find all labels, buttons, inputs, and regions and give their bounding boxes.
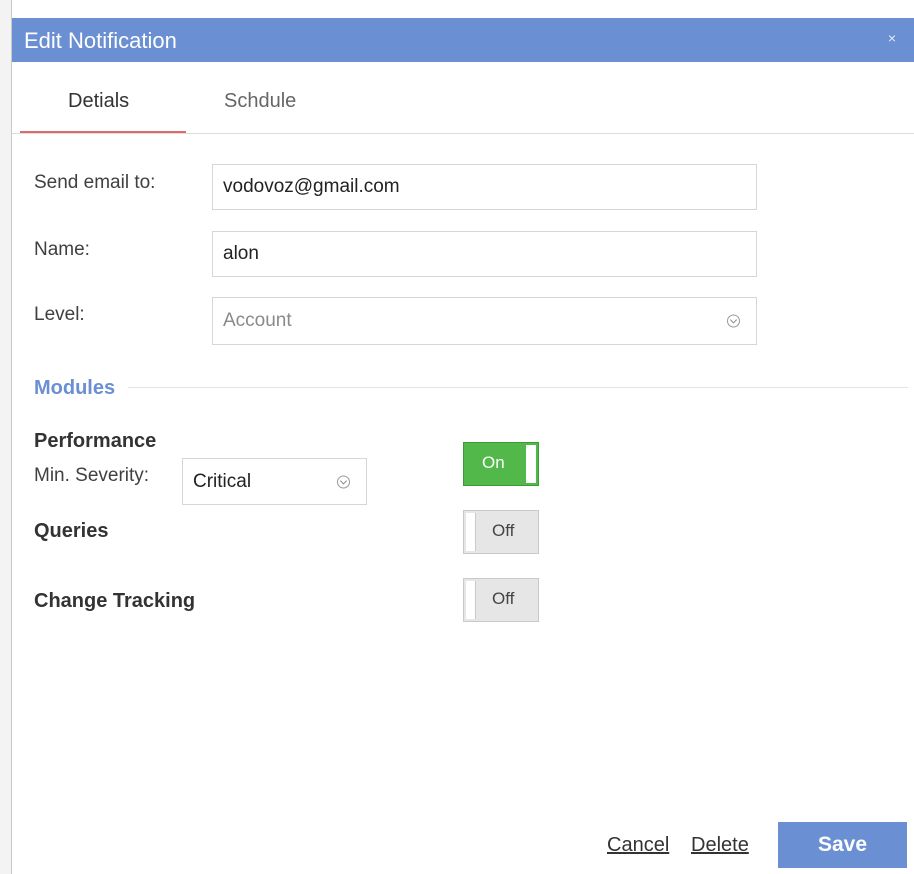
module-queries-name: Queries: [34, 520, 109, 542]
modules-divider: [128, 387, 908, 388]
level-select-value: Account: [223, 310, 292, 331]
dialog-title: Edit Notification: [24, 28, 177, 53]
min-severity-label: Min. Severity:: [34, 465, 150, 486]
performance-toggle[interactable]: On: [463, 442, 539, 486]
name-field[interactable]: alon: [212, 231, 757, 277]
tab-bar: Detials Schdule: [12, 62, 914, 134]
name-field-value: alon: [223, 243, 259, 264]
email-field-value: vodovoz@gmail.com: [223, 176, 400, 197]
tab-details[interactable]: Detials: [68, 90, 129, 113]
save-button[interactable]: Save: [778, 822, 907, 868]
delete-link[interactable]: Delete: [691, 834, 749, 857]
performance-toggle-label: On: [482, 453, 505, 472]
window-left-edge: [0, 0, 12, 874]
chevron-down-icon: [727, 314, 740, 328]
modules-section-title: Modules: [34, 377, 116, 399]
queries-toggle[interactable]: Off: [463, 510, 539, 554]
email-field[interactable]: vodovoz@gmail.com: [212, 164, 757, 210]
min-severity-value: Critical: [193, 470, 252, 492]
level-select[interactable]: Account: [212, 297, 757, 345]
name-label: Name:: [34, 239, 90, 260]
change-tracking-toggle[interactable]: Off: [463, 578, 539, 622]
min-severity-select[interactable]: Critical: [182, 458, 367, 505]
level-label: Level:: [34, 304, 85, 325]
email-label: Send email to:: [34, 172, 156, 193]
queries-toggle-label: Off: [492, 521, 515, 540]
toggle-knob: [526, 445, 536, 483]
close-icon[interactable]: ×: [888, 30, 896, 46]
chevron-down-icon: [337, 475, 350, 488]
cancel-link[interactable]: Cancel: [607, 834, 669, 857]
toggle-knob: [466, 581, 476, 619]
tab-schedule[interactable]: Schdule: [224, 90, 296, 113]
change-tracking-toggle-label: Off: [492, 589, 515, 608]
module-performance-name: Performance: [34, 430, 157, 452]
dialog-titlebar: Edit Notification ×: [12, 18, 914, 62]
module-change-tracking-name: Change Tracking: [34, 590, 196, 612]
edit-notification-dialog: Edit Notification × Detials Schdule Send…: [0, 0, 914, 874]
active-tab-indicator: [20, 131, 186, 133]
toggle-knob: [466, 513, 476, 551]
